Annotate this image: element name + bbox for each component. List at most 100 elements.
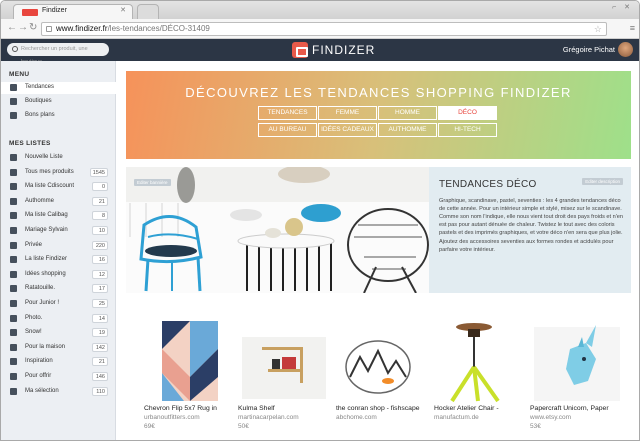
product-image[interactable]	[434, 319, 526, 403]
product-image[interactable]	[238, 319, 330, 403]
avatar[interactable]	[618, 42, 633, 57]
product-name[interactable]: Papercraft Unicorn, Paper	[530, 405, 626, 412]
product-name[interactable]: the conran shop - fishscape	[336, 405, 432, 412]
list-count: 21	[92, 196, 108, 206]
sidebar: MENU Tendances Boutiques Bons plans MES LI…	[1, 61, 116, 440]
list-count: 21	[92, 357, 108, 367]
forward-icon[interactable]: →	[18, 22, 28, 33]
search-input[interactable]: Rechercher un produit, une boutique	[7, 43, 109, 65]
sidebar-list-item[interactable]: Mariage Sylvain 10	[1, 225, 116, 237]
product-name[interactable]: Hocker Atelier Chair -	[434, 405, 530, 412]
sidebar-item-tendances[interactable]: Tendances	[1, 82, 116, 94]
globe-icon	[10, 387, 17, 395]
list-count: 14	[92, 313, 108, 323]
lists-title: MES LISTES	[9, 140, 51, 147]
list-label: Ma sélection	[25, 387, 59, 394]
window-controls[interactable]: ⌐ ✕	[612, 3, 633, 11]
logo-icon	[292, 42, 308, 58]
hero-info: Editer description TENDANCES DÉCO Graphi…	[429, 167, 631, 293]
list-count: 16	[92, 255, 108, 265]
product-image[interactable]	[144, 319, 236, 403]
product-site: urbanoutfitters.com	[144, 414, 200, 421]
menu-icon[interactable]: ≡	[630, 23, 635, 33]
address-bar[interactable]: www.findizer.fr/les-tendances/DÉCO-31409…	[41, 22, 607, 36]
list-count: 12	[92, 269, 108, 279]
product-site: martinacarpelan.com	[238, 414, 299, 421]
list-count: 1545	[89, 167, 108, 177]
people-icon	[10, 300, 17, 307]
product-price: 69€	[144, 423, 155, 430]
sidebar-list-item[interactable]: Pour la maison 142	[1, 342, 116, 354]
back-icon[interactable]: ←	[7, 22, 17, 33]
bookmark-star-icon[interactable]: ☆	[594, 23, 602, 35]
sidebar-list-item[interactable]: Ma liste Cdiscount 0	[1, 181, 116, 193]
sidebar-list-item[interactable]: Ratatouille. 17	[1, 283, 116, 295]
category-button[interactable]: AU BUREAU	[258, 123, 317, 137]
category-button[interactable]: AUTHOMME	[378, 123, 437, 137]
sidebar-list-item[interactable]: Pour offrir 146	[1, 371, 116, 383]
list-label: Nouvelle Liste	[25, 154, 63, 160]
sidebar-list-item[interactable]: Ma sélection 110	[1, 386, 116, 398]
list-label: Tous mes produits	[25, 168, 74, 175]
list-count: 0	[92, 182, 108, 192]
product-grid: Chevron Flip 5x7 Rug in urbanoutfitters.…	[144, 307, 624, 437]
url-path: /les-tendances/DÉCO-31409	[107, 24, 210, 33]
sidebar-list-item[interactable]: Snow! 19	[1, 327, 116, 339]
sidebar-list-item[interactable]: Photo. 14	[1, 313, 116, 325]
edit-banner-button[interactable]: Editer bannière	[134, 179, 171, 186]
new-tab-button[interactable]	[137, 4, 159, 19]
category-button[interactable]: TENDANCES	[258, 106, 317, 120]
people-icon	[10, 343, 17, 351]
sidebar-list-item[interactable]: Tous mes produits 1545	[1, 167, 116, 179]
edit-description-button[interactable]: Editer description	[582, 178, 623, 185]
category-button[interactable]: HOMME	[378, 106, 437, 120]
sidebar-list-item[interactable]: Pour Junior ! 25	[1, 298, 116, 310]
list-count: 10	[92, 226, 108, 235]
people-icon	[10, 227, 17, 234]
list-count: 142	[92, 342, 108, 352]
category-button[interactable]: IDÉES CADEAUX	[318, 123, 377, 137]
category-button[interactable]: FEMME	[318, 106, 377, 120]
people-icon	[10, 212, 17, 220]
product-name[interactable]: Chevron Flip 5x7 Rug in	[144, 405, 240, 412]
sidebar-item-bons-plans[interactable]: Bons plans	[1, 110, 116, 122]
list-label: Photo.	[25, 314, 43, 321]
sidebar-list-item[interactable]: Idées shopping 12	[1, 269, 116, 281]
list-label: Ma liste Cdiscount	[25, 183, 75, 190]
trend-hero: Editer bannière Editer description TENDA…	[126, 167, 631, 293]
close-tab-icon[interactable]: ✕	[120, 6, 126, 14]
sidebar-list-item[interactable]: La liste Findizer 16	[1, 254, 116, 266]
sidebar-item-label: Tendances	[25, 84, 55, 90]
sidebar-list-item[interactable]: Inspiration 21	[1, 356, 116, 368]
sidebar-list-item[interactable]: Nouvelle Liste	[1, 152, 116, 164]
sidebar-list-item[interactable]: Privée 220	[1, 240, 116, 252]
sidebar-list-item[interactable]: Ma liste Calibag 8	[1, 210, 116, 222]
sidebar-list-item[interactable]: Authomme 21	[1, 196, 116, 208]
list-label: Mariage Sylvain	[25, 227, 68, 233]
logo-text: FINDIZER	[312, 43, 376, 57]
list-count: 146	[92, 372, 108, 381]
reload-icon[interactable]: ↻	[29, 22, 37, 33]
banner-title: DÉCOUVREZ LES TENDANCES SHOPPING FINDIZE…	[185, 85, 572, 100]
category-button[interactable]: DÉCO	[438, 106, 497, 120]
product-name[interactable]: Kulma Shelf	[238, 405, 334, 412]
list-label: Privée	[25, 241, 43, 248]
search-icon	[12, 46, 18, 52]
list-label: Pour offrir	[25, 373, 52, 379]
list-count: 110	[92, 386, 108, 396]
trend-title: TENDANCES DÉCO	[439, 179, 537, 190]
page-icon	[46, 26, 52, 32]
browser-tab[interactable]: Findizer ✕	[13, 4, 133, 19]
sidebar-item-boutiques[interactable]: Boutiques	[1, 96, 116, 108]
user-name[interactable]: Grégoire Pichat	[563, 45, 615, 54]
list-count: 19	[92, 328, 108, 338]
product-site: abchome.com	[336, 414, 377, 421]
product-image[interactable]	[530, 319, 622, 403]
category-button[interactable]: HI-TECH	[438, 123, 497, 137]
browser-toolbar: ← → ↻ www.findizer.fr/les-tendances/DÉCO…	[1, 19, 639, 39]
lock-icon	[10, 373, 17, 380]
people-icon	[10, 197, 17, 205]
list-label: Ma liste Calibag	[25, 212, 68, 219]
app-header: Rechercher un produit, une boutique FIND…	[1, 39, 639, 65]
product-image[interactable]	[336, 319, 428, 403]
